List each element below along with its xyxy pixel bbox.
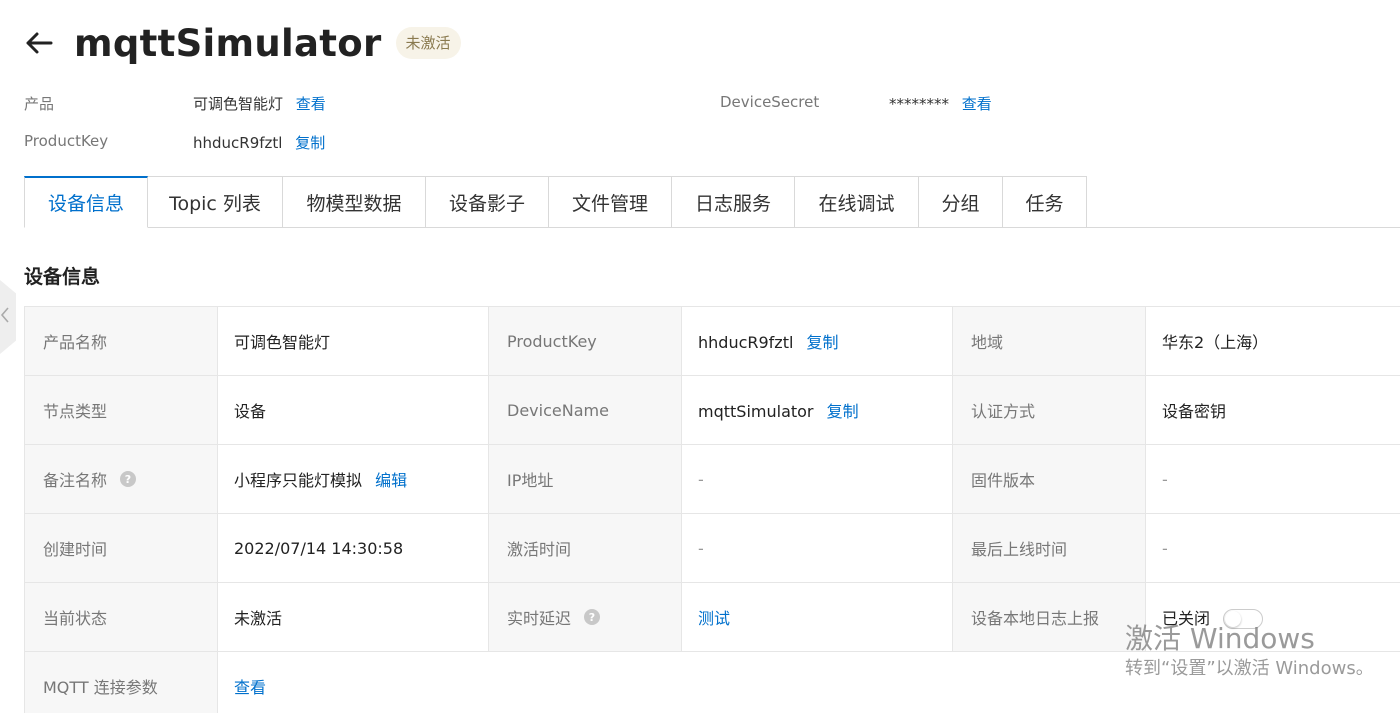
svg-text:?: ? [589,611,595,624]
value-remark-name: 小程序只能灯模拟 [234,471,363,490]
cell-productkey: hhducR9fztl 复制 [681,306,953,376]
devicesecret-value: ******** [889,95,949,113]
tab-group[interactable]: 分组 [919,176,1003,228]
devicesecret-value-group: ******** 查看 [889,93,992,114]
table-row: 产品名称 可调色智能灯 ProductKey hhducR9fztl 复制 地域… [24,306,1400,376]
value-local-log-report: 已关闭 [1162,608,1211,628]
value-activated-time: - [681,513,953,583]
local-log-toggle[interactable] [1223,609,1264,630]
label-ip-address: IP地址 [488,444,682,514]
tab-online-debug[interactable]: 在线调试 [795,176,919,228]
label-created-time: 创建时间 [24,513,218,583]
tab-thing-model-data[interactable]: 物模型数据 [283,176,426,228]
product-value: 可调色智能灯 [193,95,284,113]
chevron-left-icon [0,306,10,328]
devicesecret-label: DeviceSecret [720,93,820,111]
value-product-name: 可调色智能灯 [217,306,489,376]
table-row: 当前状态 未激活 实时延迟 ? 测试 设备本地日志上报 已关闭 [24,582,1400,652]
mqtt-params-view-link[interactable]: 查看 [234,678,266,697]
latency-test-link[interactable]: 测试 [698,609,730,628]
devicesecret-view-link[interactable]: 查看 [962,95,992,113]
value-auth-method: 设备密钥 [1145,375,1400,445]
section-title: 设备信息 [24,266,101,288]
productkey-value-group: hhducR9fztl 复制 [193,132,325,153]
remark-edit-link[interactable]: 编辑 [375,471,407,490]
value-node-type: 设备 [217,375,489,445]
product-label: 产品 [24,95,55,113]
value-firmware-version: - [1145,444,1400,514]
help-icon[interactable]: ? [120,471,137,491]
tab-file-management[interactable]: 文件管理 [549,176,672,228]
table-row: 节点类型 设备 DeviceName mqttSimulator 复制 认证方式… [24,375,1400,445]
label-region: 地域 [952,306,1146,376]
table-row: 创建时间 2022/07/14 14:30:58 激活时间 - 最后上线时间 - [24,513,1400,583]
productkey-table-copy-link[interactable]: 复制 [807,333,839,352]
label-firmware-version: 固件版本 [952,444,1146,514]
label-product-name: 产品名称 [24,306,218,376]
device-meta: 产品 可调色智能灯 查看 ProductKey hhducR9fztl 复制 D… [0,0,1400,170]
cell-label-latency: 实时延迟 ? [488,582,682,652]
tab-bar: 设备信息 Topic 列表 物模型数据 设备影子 文件管理 日志服务 在线调试 … [24,176,1400,228]
table-row: 备注名称 ? 小程序只能灯模拟 编辑 IP地址 - 固件版本 - [24,444,1400,514]
label-mqtt-params: MQTT 连接参数 [24,651,218,713]
tab-device-shadow[interactable]: 设备影子 [426,176,549,228]
value-devicename: mqttSimulator [698,402,814,421]
cell-mqtt-params: 查看 [217,651,1400,713]
tab-device-info[interactable]: 设备信息 [24,176,148,228]
value-region: 华东2（上海） [1145,306,1400,376]
product-value-group: 可调色智能灯 查看 [193,93,326,114]
device-info-table: 产品名称 可调色智能灯 ProductKey hhducR9fztl 复制 地域… [24,306,1400,713]
label-realtime-latency: 实时延迟 [507,608,572,628]
value-current-status: 未激活 [217,582,489,652]
value-created-time: 2022/07/14 14:30:58 [217,513,489,583]
cell-remark-value: 小程序只能灯模拟 编辑 [217,444,489,514]
label-node-type: 节点类型 [24,375,218,445]
productkey-copy-link[interactable]: 复制 [295,134,325,152]
tab-task[interactable]: 任务 [1003,176,1087,228]
tab-topic-list[interactable]: Topic 列表 [148,176,283,228]
label-local-log-report: 设备本地日志上报 [952,582,1146,652]
tab-log-service[interactable]: 日志服务 [672,176,795,228]
productkey-value: hhducR9fztl [193,134,283,152]
cell-local-log-report: 已关闭 [1145,582,1400,652]
label-last-online-time: 最后上线时间 [952,513,1146,583]
table-row: MQTT 连接参数 查看 [24,651,1400,713]
cell-latency-test: 测试 [681,582,953,652]
cell-label-remark: 备注名称 ? [24,444,218,514]
cell-devicename: mqttSimulator 复制 [681,375,953,445]
value-ip-address: - [681,444,953,514]
label-current-status: 当前状态 [24,582,218,652]
label-productkey: ProductKey [488,306,682,376]
productkey-label: ProductKey [24,132,109,150]
value-productkey: hhducR9fztl [698,333,794,352]
sidebar-collapse-handle[interactable] [0,280,16,354]
value-last-online-time: - [1145,513,1400,583]
svg-text:?: ? [125,473,131,486]
devicename-copy-link[interactable]: 复制 [827,402,859,421]
label-remark-name: 备注名称 [43,470,108,490]
product-view-link[interactable]: 查看 [296,95,326,113]
toggle-knob [1225,611,1242,628]
label-devicename: DeviceName [488,375,682,445]
help-icon[interactable]: ? [584,609,601,629]
label-auth-method: 认证方式 [952,375,1146,445]
label-activated-time: 激活时间 [488,513,682,583]
